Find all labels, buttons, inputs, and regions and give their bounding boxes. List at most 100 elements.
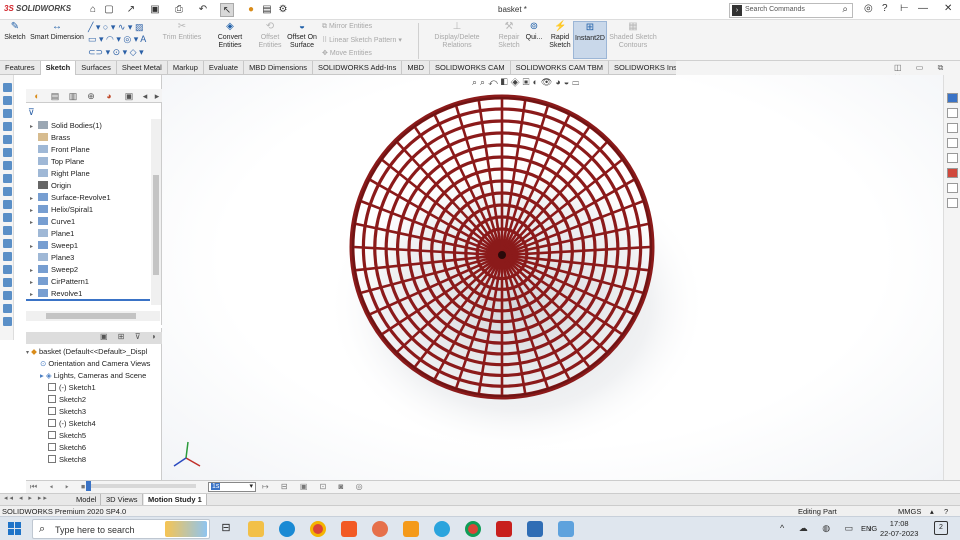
feature-tree-tab-icon[interactable]: ◐ xyxy=(30,90,44,102)
tab-sketch[interactable]: Sketch xyxy=(40,61,77,75)
collapse-arrow-icon[interactable]: ▾ xyxy=(26,350,29,356)
new-document-icon[interactable]: ▢ xyxy=(102,3,116,17)
feature-tree-item[interactable]: Brass xyxy=(30,132,70,144)
home-icon[interactable]: ⌂ xyxy=(86,3,100,17)
feature-tree-item[interactable]: ▸ Solid Bodies(1) xyxy=(30,120,102,132)
rebuild-icon[interactable]: ● xyxy=(244,3,258,17)
feature-tree-item[interactable]: ▸ Sweep2 xyxy=(30,264,78,276)
sketch-tool-icon[interactable] xyxy=(3,187,12,196)
display-item[interactable]: Sketch3 xyxy=(48,406,86,418)
print-icon[interactable]: ⎙ xyxy=(172,3,186,17)
shaded-sketch-contours-button[interactable]: ▦ Shaded Sketch Contours xyxy=(609,21,657,50)
solidworks-app-icon[interactable] xyxy=(496,521,512,537)
notification-center-icon[interactable]: 2 xyxy=(934,521,948,535)
tab-solidworks-cam-tbm[interactable]: SOLIDWORKS CAM TBM xyxy=(511,61,609,75)
tab-mbd[interactable]: MBD xyxy=(402,61,431,75)
rectangle-tool-icon[interactable]: ▭ ▾ ◠ ▾ ◎ ▾ A xyxy=(88,34,146,45)
display-item[interactable]: Sketch2 xyxy=(48,394,86,406)
ilovepdf-app-icon[interactable] xyxy=(403,521,419,537)
configuration-manager-tab-icon[interactable]: ▥ xyxy=(66,90,80,102)
design-library-icon[interactable] xyxy=(947,123,958,133)
taskbar-search-input[interactable]: ⌕ Type here to search xyxy=(32,519,210,539)
sketch-tool-icon[interactable] xyxy=(3,109,12,118)
feature-tree-item[interactable]: ▸ Curve1 xyxy=(30,216,75,228)
custom-properties-icon[interactable] xyxy=(947,183,958,193)
display-manager-tab-icon[interactable]: ◕ xyxy=(102,90,116,102)
display-delete-relations-button[interactable]: ⊥ Display/Delete Relations xyxy=(420,21,494,50)
view-palette-icon[interactable] xyxy=(947,153,958,163)
feature-tree-item[interactable]: ▸ Sweep1 xyxy=(30,240,78,252)
line-tool-icon[interactable]: ╱ ▾ ○ ▾ ∿ ▾ ▨ xyxy=(88,22,143,33)
property-manager-tab-icon[interactable]: ▤ xyxy=(48,90,62,102)
sketch-tool-icon[interactable] xyxy=(3,148,12,157)
tab-features[interactable]: Features xyxy=(0,61,41,75)
search-highlight-icon[interactable] xyxy=(165,521,207,537)
repair-sketch-button[interactable]: ⚒ Repair Sketch xyxy=(496,21,522,50)
cam-tab-icon[interactable]: ▣ xyxy=(122,90,136,102)
graphics-area[interactable]: ⌕⌕↶◧◈▣◐👁◕◒▭ xyxy=(162,75,943,480)
sketch-tool-icon[interactable] xyxy=(3,278,12,287)
mirror-entities-button[interactable]: ⧉ Mirror Entities xyxy=(322,23,372,31)
timeline-slider[interactable] xyxy=(86,481,196,491)
tab-sheet-metal[interactable]: Sheet Metal xyxy=(117,61,168,75)
tab-solidworks-add-ins[interactable]: SOLIDWORKS Add-Ins xyxy=(313,61,403,75)
select-icon[interactable]: ↖ xyxy=(220,3,234,17)
display-item[interactable]: ▸ ◈ Lights, Cameras and Scene xyxy=(40,370,146,382)
chrome-app-icon[interactable] xyxy=(310,521,326,537)
sketch-tool-icon[interactable] xyxy=(3,226,12,235)
display-item[interactable]: Sketch8 xyxy=(48,454,86,466)
sketch-tool-icon[interactable] xyxy=(3,317,12,326)
playback-speed-select[interactable]: 1s ▾ xyxy=(208,482,256,492)
minimize-icon[interactable]: — xyxy=(918,3,928,14)
quick-snaps-button[interactable]: ⊚ Qui... xyxy=(524,21,544,42)
undo-icon[interactable]: ↶ xyxy=(196,3,210,17)
display-item[interactable]: ⊙ Orientation and Camera Views xyxy=(40,358,150,370)
sketch-button[interactable]: ✎ Sketch xyxy=(3,21,27,42)
chrome-profile-app-icon[interactable] xyxy=(465,521,481,537)
move-entities-button[interactable]: ✥ Move Entities xyxy=(322,49,372,57)
display-item[interactable]: Sketch5 xyxy=(48,430,86,442)
dimxpert-tab-icon[interactable]: ⊕ xyxy=(84,90,98,102)
timeline-handle[interactable] xyxy=(86,481,91,491)
offset-entities-button[interactable]: ⟲ Offset Entities xyxy=(258,21,282,50)
help-icon[interactable]: ? xyxy=(882,3,888,14)
convert-entities-button[interactable]: ◈ Convert Entities xyxy=(206,21,254,50)
save-icon[interactable]: ▣ xyxy=(148,3,162,17)
display-root-item[interactable]: ▾ ◆ basket (Default<<Default>_Displ xyxy=(26,346,147,358)
display-item[interactable]: (-) Sketch4 xyxy=(48,418,96,430)
file-explorer-app-icon[interactable] xyxy=(248,521,264,537)
file-explorer-icon[interactable] xyxy=(947,138,958,148)
sketch-tool-icon[interactable] xyxy=(3,122,12,131)
feature-tree-item[interactable]: Front Plane xyxy=(30,144,90,156)
basket-body[interactable] xyxy=(349,94,655,400)
sketch-tool-icon[interactable] xyxy=(3,252,12,261)
user-icon[interactable]: ◎ xyxy=(864,3,873,14)
search-icon[interactable]: ⌕ xyxy=(842,4,848,15)
feature-tree-item[interactable]: Origin xyxy=(30,180,71,192)
sketch-tool-icon[interactable] xyxy=(3,291,12,300)
sketch-tool-icon[interactable] xyxy=(3,174,12,183)
task-view-icon[interactable]: ⊟ xyxy=(218,521,234,537)
playback-controls-icon[interactable]: ⏮ ◂ ▸ ⏹ xyxy=(30,482,90,492)
sketch-tool-icon[interactable] xyxy=(3,96,12,105)
feature-tree-horizontal-scrollbar[interactable] xyxy=(26,311,160,321)
motion-tools-icon[interactable]: ↦ ⊟ ▣ ⊡ ◙ ◎ xyxy=(262,482,368,491)
open-icon[interactable]: ↗ xyxy=(124,3,138,17)
telegram-app-icon[interactable] xyxy=(434,521,450,537)
sketch-tool-icon[interactable] xyxy=(3,200,12,209)
brave-app-icon[interactable] xyxy=(341,521,357,537)
sketch-tool-icon[interactable] xyxy=(3,304,12,313)
rollback-bar[interactable] xyxy=(26,299,150,301)
windows-start-icon[interactable] xyxy=(8,522,22,536)
tab-surfaces[interactable]: Surfaces xyxy=(76,61,117,75)
sketch-tool-icon[interactable] xyxy=(3,83,12,92)
taskbar-clock[interactable]: 17:08 22-07-2023 xyxy=(880,519,918,539)
3d-app-icon[interactable] xyxy=(527,521,543,537)
scrollbar-thumb[interactable] xyxy=(46,313,136,319)
paint-app-icon[interactable] xyxy=(372,521,388,537)
feature-tree-item[interactable]: Top Plane xyxy=(30,156,84,168)
edge-app-icon[interactable] xyxy=(279,521,295,537)
solidworks-resources-icon[interactable] xyxy=(947,93,958,103)
sketch-tool-icon[interactable] xyxy=(3,213,12,222)
appearances-icon[interactable] xyxy=(947,168,958,178)
